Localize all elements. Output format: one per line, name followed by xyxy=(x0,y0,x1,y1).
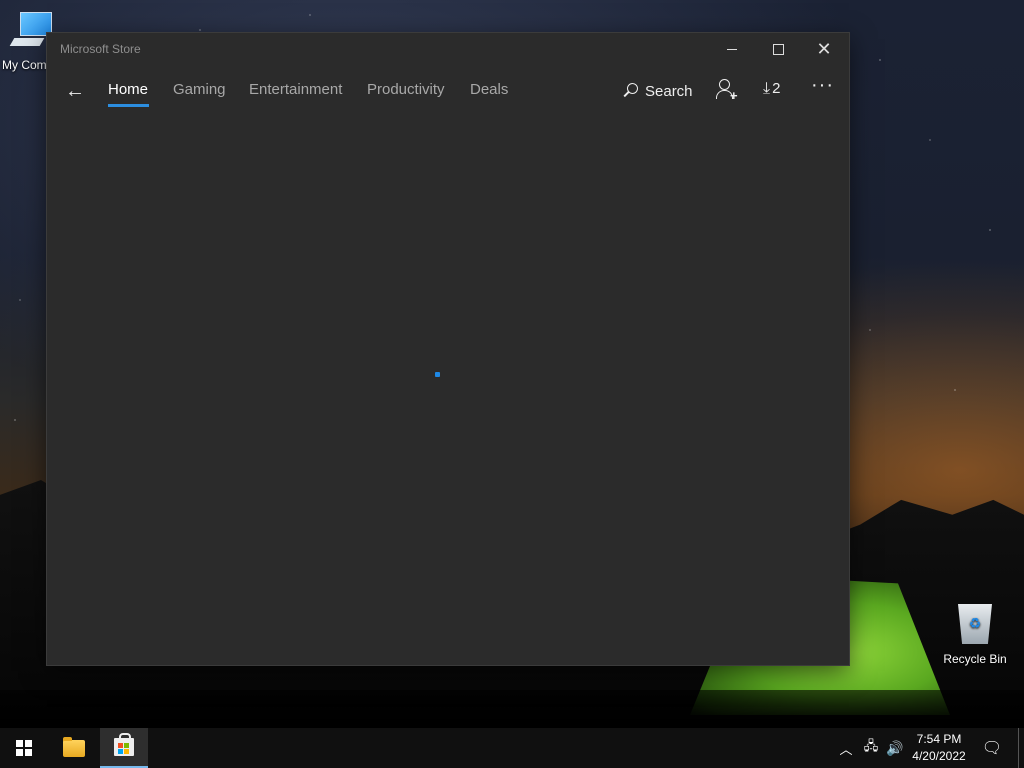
maximize-button[interactable] xyxy=(755,33,801,65)
tab-home[interactable]: Home xyxy=(108,81,148,98)
minimize-button[interactable] xyxy=(709,33,755,65)
account-button[interactable]: + xyxy=(714,77,742,105)
window-title: Microsoft Store xyxy=(60,42,141,56)
desktop-icon-label: Recycle Bin xyxy=(943,652,1007,666)
active-tab-indicator xyxy=(108,104,149,107)
desktop-icon-label: My Com xyxy=(2,58,47,72)
tab-gaming[interactable]: Gaming xyxy=(173,81,226,98)
clock[interactable]: 7:54 PM 4/20/2022 xyxy=(906,731,972,765)
notification-icon: 🗨 xyxy=(981,740,1003,757)
chevron-up-icon: ︿ xyxy=(839,741,853,757)
minimize-icon xyxy=(727,48,737,50)
wallpaper-foreground xyxy=(0,690,1024,728)
taskbar: ︿ 🖧 🔊 7:54 PM 4/20/2022 🗨 xyxy=(0,728,1024,768)
store-content-area xyxy=(47,113,849,665)
network-button[interactable]: 🖧 xyxy=(860,728,882,768)
back-arrow-icon: ← xyxy=(65,80,85,102)
store-window: Microsoft Store ✕ ← Home Gaming Entertai… xyxy=(47,33,849,665)
search-button[interactable]: Search xyxy=(621,78,693,104)
show-hidden-icons-button[interactable]: ︿ xyxy=(836,728,856,768)
clock-time: 7:54 PM xyxy=(916,732,962,746)
search-icon xyxy=(621,82,639,100)
store-bag-icon xyxy=(114,733,134,756)
network-icon: 🖧 xyxy=(863,738,879,753)
computer-icon xyxy=(9,8,52,52)
close-button[interactable]: ✕ xyxy=(801,33,847,65)
volume-button[interactable]: 🔊 xyxy=(884,728,906,768)
back-button[interactable]: ← xyxy=(61,77,89,105)
show-desktop-button[interactable] xyxy=(1018,728,1019,768)
title-bar[interactable]: Microsoft Store ✕ xyxy=(47,33,849,65)
speaker-icon: 🔊 xyxy=(886,739,904,756)
tab-entertainment[interactable]: Entertainment xyxy=(249,81,342,98)
downloads-button[interactable]: ⤓ 2 xyxy=(763,80,780,97)
close-icon: ✕ xyxy=(816,39,832,59)
tab-productivity[interactable]: Productivity xyxy=(367,81,445,98)
search-label: Search xyxy=(645,82,693,100)
taskbar-file-explorer[interactable] xyxy=(50,728,98,768)
start-button[interactable] xyxy=(0,728,48,768)
taskbar-microsoft-store[interactable] xyxy=(100,728,148,768)
desktop-icon-recycle-bin[interactable]: ♻ Recycle Bin xyxy=(942,600,1008,666)
more-options-button[interactable]: ··· xyxy=(811,75,834,95)
tab-deals[interactable]: Deals xyxy=(470,81,508,98)
recycle-bin-icon: ♻ xyxy=(956,600,994,644)
loading-spinner-icon xyxy=(435,372,440,377)
clock-date: 4/20/2022 xyxy=(912,749,966,763)
maximize-icon xyxy=(772,43,784,55)
ellipsis-icon: ··· xyxy=(811,74,834,96)
folder-icon xyxy=(63,736,85,757)
windows-logo-icon xyxy=(16,740,32,756)
download-arrow-icon: ⤓ xyxy=(763,79,771,97)
action-center-button[interactable]: 🗨 xyxy=(978,728,1006,768)
downloads-count: 2 xyxy=(772,80,781,97)
store-nav-bar: ← Home Gaming Entertainment Productivity… xyxy=(47,69,849,113)
